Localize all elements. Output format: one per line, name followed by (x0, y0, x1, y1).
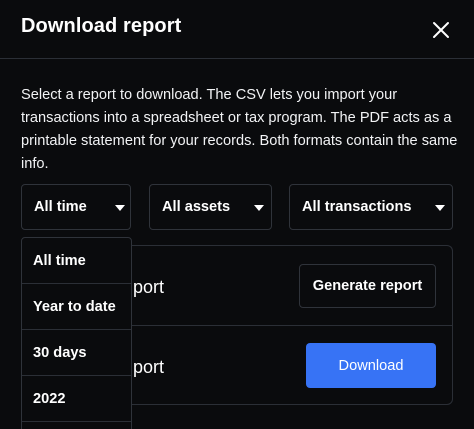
header-divider (0, 58, 474, 59)
chevron-down-icon (435, 205, 445, 212)
dropdown-option-all-time[interactable]: All time (22, 238, 131, 284)
report-name: port (133, 357, 165, 377)
generate-report-button[interactable]: Generate report (299, 264, 436, 308)
close-icon (433, 22, 449, 38)
time-range-value: All time (34, 199, 87, 215)
close-button[interactable] (428, 17, 454, 43)
transactions-select[interactable]: All transactions (289, 184, 453, 230)
chevron-down-icon (254, 205, 264, 212)
assets-select[interactable]: All assets (149, 184, 272, 230)
time-range-select[interactable]: All time (21, 184, 131, 230)
option-label: All time (33, 253, 86, 269)
option-label: 30 days (33, 345, 87, 361)
assets-value: All assets (162, 199, 231, 215)
option-label: 2022 (33, 391, 66, 407)
dialog-header: Download report (0, 0, 474, 58)
time-range-dropdown: All time Year to date 30 days 2022 (21, 237, 132, 429)
dropdown-option-30-days[interactable]: 30 days (22, 330, 131, 376)
dialog-description: Select a report to download. The CSV let… (21, 87, 458, 172)
transactions-value: All transactions (302, 199, 412, 215)
download-button[interactable]: Download (306, 343, 436, 388)
option-label: Year to date (33, 299, 116, 315)
dropdown-option-year-to-date[interactable]: Year to date (22, 284, 131, 330)
report-name: port (133, 277, 165, 297)
dialog-title: Download report (21, 15, 182, 37)
dropdown-option-2022[interactable]: 2022 (22, 376, 131, 422)
chevron-down-icon (115, 205, 125, 212)
